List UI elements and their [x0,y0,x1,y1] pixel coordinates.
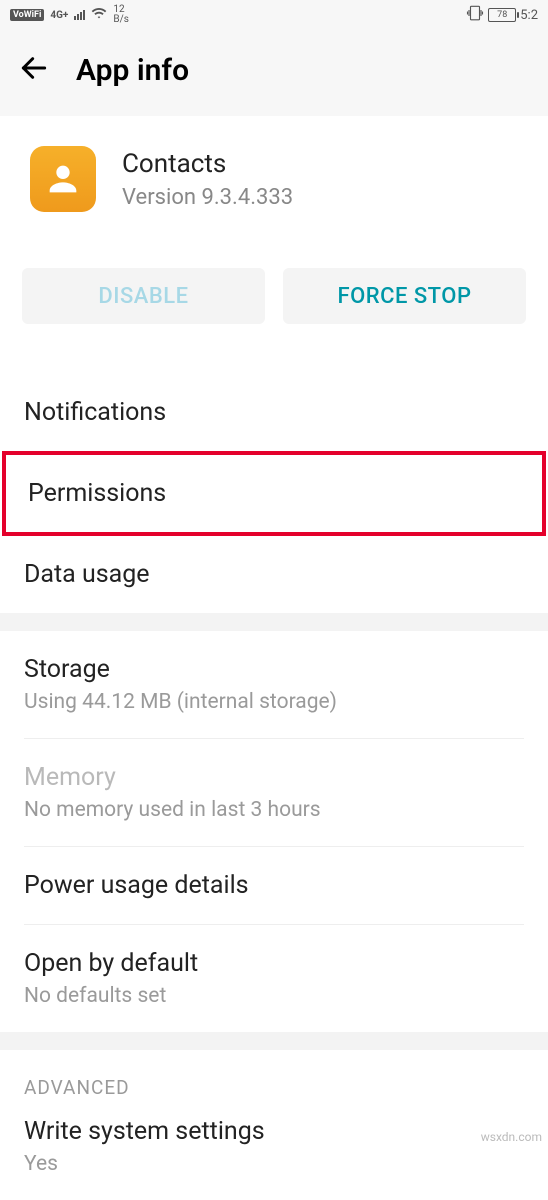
row-subtitle: Yes [24,1152,524,1176]
row-title: Power usage details [24,871,524,900]
permissions-row[interactable]: Permissions [2,451,546,536]
app-version: Version 9.3.4.333 [122,185,293,210]
section-divider [0,1032,548,1050]
back-arrow-icon[interactable] [18,52,50,88]
row-title: Data usage [24,560,524,589]
section-divider [0,613,548,631]
row-title: Open by default [24,949,524,978]
page-title: App info [76,53,189,88]
watermark: wsxdn.com [481,1130,542,1144]
row-subtitle: No defaults set [24,984,524,1008]
write-system-settings-row[interactable]: Write system settings Yes [24,1109,524,1200]
battery-icon: 78 [488,8,516,22]
row-subtitle: Using 44.12 MB (internal storage) [24,690,524,714]
app-identity: Contacts Version 9.3.4.333 [0,116,548,222]
clock: 5:2 [520,8,538,23]
advanced-header: ADVANCED [0,1050,548,1109]
list-group-1: Notifications Permissions Data usage [0,374,548,613]
vowifi-badge: VoWiFi [10,9,44,21]
action-buttons: DISABLE FORCE STOP [0,222,548,336]
storage-row[interactable]: Storage Using 44.12 MB (internal storage… [24,631,524,738]
list-group-advanced: Write system settings Yes [0,1109,548,1200]
row-title: Permissions [28,479,520,508]
data-speed: 12 B/s [113,5,129,25]
network-type: 4G+ [50,10,68,21]
contacts-app-icon [30,146,96,212]
notifications-row[interactable]: Notifications [24,374,524,451]
memory-row[interactable]: Memory No memory used in last 3 hours [24,739,524,846]
row-title: Write system settings [24,1117,524,1146]
vibrate-icon [466,4,484,26]
status-bar: VoWiFi 4G+ 12 B/s 78 5:2 [0,0,548,30]
wifi-icon [91,5,107,25]
open-by-default-row[interactable]: Open by default No defaults set [24,925,524,1032]
force-stop-button[interactable]: FORCE STOP [283,268,526,324]
row-title: Storage [24,655,524,684]
row-title: Notifications [24,398,524,427]
list-group-2: Storage Using 44.12 MB (internal storage… [0,631,548,1032]
signal-icon [74,10,85,20]
app-name: Contacts [122,149,293,179]
app-bar: App info [0,30,548,116]
row-subtitle: No memory used in last 3 hours [24,798,524,822]
disable-button[interactable]: DISABLE [22,268,265,324]
power-usage-row[interactable]: Power usage details [24,847,524,924]
row-title: Memory [24,763,524,792]
data-usage-row[interactable]: Data usage [24,536,524,613]
